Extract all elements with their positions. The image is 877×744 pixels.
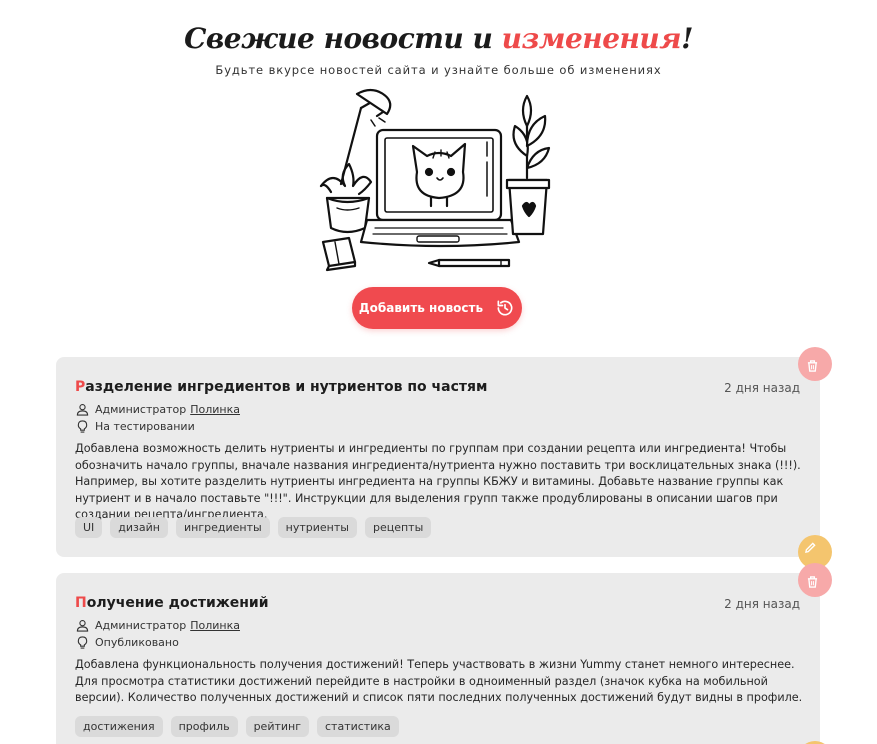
news-tags: достижения профиль рейтинг статистика xyxy=(75,716,399,737)
books-icon xyxy=(321,236,357,272)
news-title: Разделение ингредиентов и нутриентов по … xyxy=(75,379,487,395)
page-title-accent: изменения xyxy=(501,22,682,55)
tag[interactable]: профиль xyxy=(170,716,238,737)
news-status-text: Опубликовано xyxy=(95,636,179,649)
page-title: Свежие новости и изменения! xyxy=(0,22,877,55)
news-title-initial: П xyxy=(75,595,87,611)
trash-icon xyxy=(807,360,818,372)
news-body: Добавлена функциональность получения дос… xyxy=(75,658,803,704)
news-author: Администратор Полинка xyxy=(76,619,240,632)
news-title: Получение достижений xyxy=(75,595,269,611)
add-news-button[interactable]: Добавить новость xyxy=(352,287,522,329)
tag[interactable]: достижения xyxy=(75,716,163,737)
news-status: На тестировании xyxy=(76,420,195,433)
news-title-rest: азделение ингредиентов и нутриентов по ч… xyxy=(85,379,488,395)
add-news-button-label: Добавить новость xyxy=(358,301,484,315)
user-icon xyxy=(76,404,89,416)
page-title-end: ! xyxy=(681,22,693,55)
page-title-main: Свежие новости и xyxy=(184,22,502,55)
news-author: Администратор Полинка xyxy=(76,403,240,416)
news-author-role: Администратор xyxy=(95,619,187,632)
news-card: Разделение ингредиентов и нутриентов по … xyxy=(56,347,832,569)
news-status-text: На тестировании xyxy=(95,420,195,433)
hero-illustration xyxy=(319,88,551,272)
tag[interactable]: рейтинг xyxy=(245,716,309,737)
news-date: 2 дня назад xyxy=(724,381,800,395)
left-plant-icon xyxy=(319,162,373,234)
pencil-edit-icon xyxy=(805,542,816,553)
tag[interactable]: UI xyxy=(75,517,103,538)
tag[interactable]: ингредиенты xyxy=(175,517,270,538)
news-status: Опубликовано xyxy=(76,636,179,649)
news-title-initial: Р xyxy=(75,379,86,395)
right-plant-icon xyxy=(505,94,551,236)
pencil-icon xyxy=(427,258,511,268)
user-icon xyxy=(76,620,89,632)
tag[interactable]: дизайн xyxy=(110,517,168,538)
delete-button[interactable] xyxy=(798,347,832,381)
news-title-rest: олучение достижений xyxy=(86,595,269,611)
delete-button[interactable] xyxy=(798,563,832,597)
lightbulb-icon xyxy=(77,420,88,433)
tag[interactable]: рецепты xyxy=(364,517,432,538)
tag[interactable]: статистика xyxy=(317,716,399,737)
trash-icon xyxy=(807,576,818,588)
news-date: 2 дня назад xyxy=(724,597,800,611)
news-tags: UI дизайн ингредиенты нутриенты рецепты xyxy=(75,517,432,538)
lightbulb-icon xyxy=(77,636,88,649)
news-author-link[interactable]: Полинка xyxy=(190,403,240,416)
news-card: Получение достижений 2 дня назад Админис… xyxy=(56,563,832,744)
tag[interactable]: нутриенты xyxy=(277,517,357,538)
news-author-role: Администратор xyxy=(95,403,187,416)
page-subtitle: Будьте вкурсе новостей сайта и узнайте б… xyxy=(215,63,662,77)
history-icon xyxy=(497,300,513,316)
news-author-link[interactable]: Полинка xyxy=(190,619,240,632)
news-body: Добавлена возможность делить нутриенты и… xyxy=(75,442,801,521)
